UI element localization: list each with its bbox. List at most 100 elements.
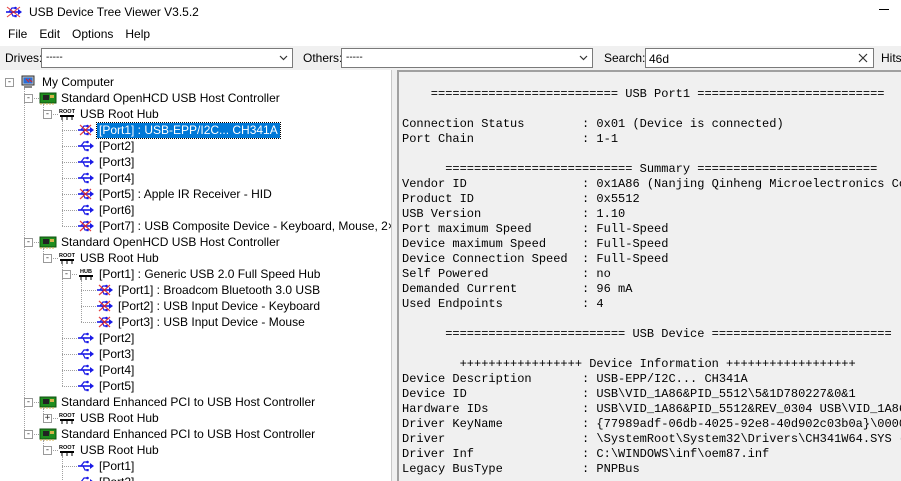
tree-guide-line bbox=[81, 306, 96, 307]
tree-node-label: [Port3] bbox=[99, 346, 135, 361]
info-line: Legacy BusType : PNPBus bbox=[402, 462, 640, 476]
usb-app-icon bbox=[6, 6, 22, 17]
tree-node[interactable]: ROOT USB Root Hub bbox=[58, 250, 161, 266]
usb-device-icon bbox=[96, 283, 114, 297]
info-line: ========================== Summary =====… bbox=[402, 162, 878, 176]
device-tree[interactable]: - My Computer - Standard OpenHCD USB Host C… bbox=[0, 70, 391, 481]
usb-port-icon bbox=[77, 459, 95, 473]
tree-node[interactable]: [Port4] bbox=[77, 170, 136, 186]
collapse-toggle[interactable]: - bbox=[43, 110, 52, 119]
tree-node[interactable]: [Port5] : Apple IR Receiver - HID bbox=[77, 186, 274, 202]
tree-node[interactable]: [Port3] bbox=[77, 154, 136, 170]
search-label: Search: bbox=[604, 51, 646, 65]
tree-guide-line bbox=[62, 130, 77, 131]
info-line: Self Powered : no bbox=[402, 267, 611, 281]
drives-label: Drives: bbox=[5, 51, 43, 65]
tree-node[interactable]: [Port3] : USB Input Device - Mouse bbox=[96, 314, 307, 330]
info-line: Driver Inf : C:\WINDOWS\inf\oem87.inf bbox=[402, 447, 770, 461]
tree-guide-line bbox=[62, 210, 77, 211]
svg-text:ROOT: ROOT bbox=[59, 413, 76, 419]
tree-node[interactable]: [Port3] bbox=[77, 346, 136, 362]
tree-node[interactable]: HUB [Port1] : Generic USB 2.0 Full Speed … bbox=[77, 266, 322, 282]
search-input[interactable]: 46d bbox=[645, 48, 874, 68]
others-label: Others: bbox=[303, 51, 343, 65]
tree-guide-line bbox=[62, 178, 77, 179]
usb-port-icon bbox=[77, 155, 95, 169]
tree-node-label: Standard Enhanced PCI to USB Host Contro… bbox=[61, 394, 316, 409]
tree-node[interactable]: [Port1] : USB-EPP/I2C... CH341A bbox=[77, 121, 281, 139]
tree-node[interactable]: Standard Enhanced PCI to USB Host Contro… bbox=[39, 394, 317, 410]
tree-node[interactable]: [Port2] bbox=[77, 138, 136, 154]
menu-file[interactable]: File bbox=[2, 24, 33, 44]
tree-node[interactable]: [Port1] : Broadcom Bluetooth 3.0 USB bbox=[96, 282, 322, 298]
tree-guide-line bbox=[81, 290, 96, 291]
info-line: Device Description : USB-EPP/I2C... CH34… bbox=[402, 372, 748, 386]
tree-node-label: Standard OpenHCD USB Host Controller bbox=[61, 90, 280, 105]
expand-toggle[interactable]: + bbox=[43, 414, 52, 423]
tree-node[interactable]: [Port2] bbox=[77, 474, 136, 481]
tree-node[interactable]: My Computer bbox=[20, 74, 116, 90]
tree-node-label: USB Root Hub bbox=[80, 442, 159, 457]
tree-node[interactable]: [Port6] bbox=[77, 202, 136, 218]
collapse-toggle[interactable]: - bbox=[43, 446, 52, 455]
collapse-toggle[interactable]: - bbox=[24, 238, 33, 247]
tree-node[interactable]: ROOT USB Root Hub bbox=[58, 442, 161, 458]
tree-node-label: [Port4] bbox=[99, 362, 135, 377]
drives-value: ----- bbox=[46, 52, 63, 63]
collapse-toggle[interactable]: - bbox=[43, 254, 52, 263]
tree-node-label: [Port2] bbox=[97, 475, 136, 481]
tree-node[interactable]: Standard Enhanced PCI to USB Host Contro… bbox=[39, 426, 317, 442]
collapse-toggle[interactable]: - bbox=[62, 270, 71, 279]
tree-node-label: USB Root Hub bbox=[80, 410, 159, 425]
tree-node[interactable]: [Port5] bbox=[77, 378, 136, 394]
tree-node[interactable]: [Port7] : USB Composite Device - Keyboar… bbox=[77, 218, 391, 234]
collapse-toggle[interactable]: - bbox=[24, 430, 33, 439]
tree-node[interactable]: ROOT USB Root Hub bbox=[58, 106, 161, 122]
tree-node-label: [Port2] bbox=[99, 138, 135, 153]
tree-node[interactable]: ROOT USB Root Hub bbox=[58, 410, 161, 426]
tree-node[interactable]: [Port4] bbox=[77, 362, 136, 378]
info-line bbox=[402, 342, 901, 357]
tree-node[interactable]: [Port2] : USB Input Device - Keyboard bbox=[96, 298, 322, 314]
collapse-toggle[interactable]: - bbox=[24, 398, 33, 407]
controller-icon bbox=[39, 427, 57, 441]
tree-guide-line bbox=[43, 104, 44, 114]
minimize-button[interactable] bbox=[879, 9, 889, 10]
tree-node[interactable]: Standard OpenHCD USB Host Controller bbox=[39, 234, 282, 250]
collapse-toggle[interactable]: - bbox=[5, 78, 14, 87]
tree-node[interactable]: [Port2] bbox=[77, 330, 136, 346]
tree-guide-line bbox=[62, 194, 77, 195]
tree-node[interactable]: [Port1] bbox=[77, 458, 136, 474]
close-icon[interactable] bbox=[857, 52, 869, 64]
collapse-toggle[interactable]: - bbox=[24, 94, 33, 103]
tree-node-label: [Port1] : Generic USB 2.0 Full Speed Hub bbox=[99, 266, 321, 281]
controller-icon bbox=[39, 91, 57, 105]
tree-node-label: [Port5] bbox=[99, 378, 135, 393]
device-info-panel[interactable]: ========================== USB Port1 ===… bbox=[397, 70, 901, 481]
drives-dropdown[interactable]: ----- bbox=[41, 48, 293, 68]
info-line: ========================= USB Device ===… bbox=[402, 327, 892, 341]
tree-node[interactable]: Standard OpenHCD USB Host Controller bbox=[39, 90, 282, 106]
tree-guide-line bbox=[62, 338, 77, 339]
info-line: Used Endpoints : 4 bbox=[402, 297, 604, 311]
others-dropdown[interactable]: ----- bbox=[341, 48, 593, 68]
menu-edit[interactable]: Edit bbox=[33, 24, 66, 44]
menu-options[interactable]: Options bbox=[66, 24, 119, 44]
tree-guide-line bbox=[62, 120, 63, 226]
usb-device-icon bbox=[77, 123, 95, 137]
tree-node-label: Standard OpenHCD USB Host Controller bbox=[61, 234, 280, 249]
root-hub-icon: ROOT bbox=[58, 411, 76, 425]
usb-device-icon bbox=[96, 299, 114, 313]
usb-device-icon bbox=[96, 315, 114, 329]
tree-node-label: [Port7] : USB Composite Device - Keyboar… bbox=[99, 218, 391, 233]
menu-help[interactable]: Help bbox=[119, 24, 156, 44]
toolbar: Drives: ----- Others: ----- Search: 46d … bbox=[0, 46, 901, 70]
title-bar: USB Device Tree Viewer V3.5.2 bbox=[0, 0, 901, 23]
tree-guide-line bbox=[62, 386, 77, 387]
tree-guide-line bbox=[62, 264, 63, 386]
tree-guide-line bbox=[62, 162, 77, 163]
tree-node-label: [Port2] bbox=[99, 330, 135, 345]
hub-icon: HUB bbox=[77, 267, 95, 281]
tree-node-label: Standard Enhanced PCI to USB Host Contro… bbox=[61, 426, 316, 441]
tree-guide-line bbox=[62, 456, 63, 481]
